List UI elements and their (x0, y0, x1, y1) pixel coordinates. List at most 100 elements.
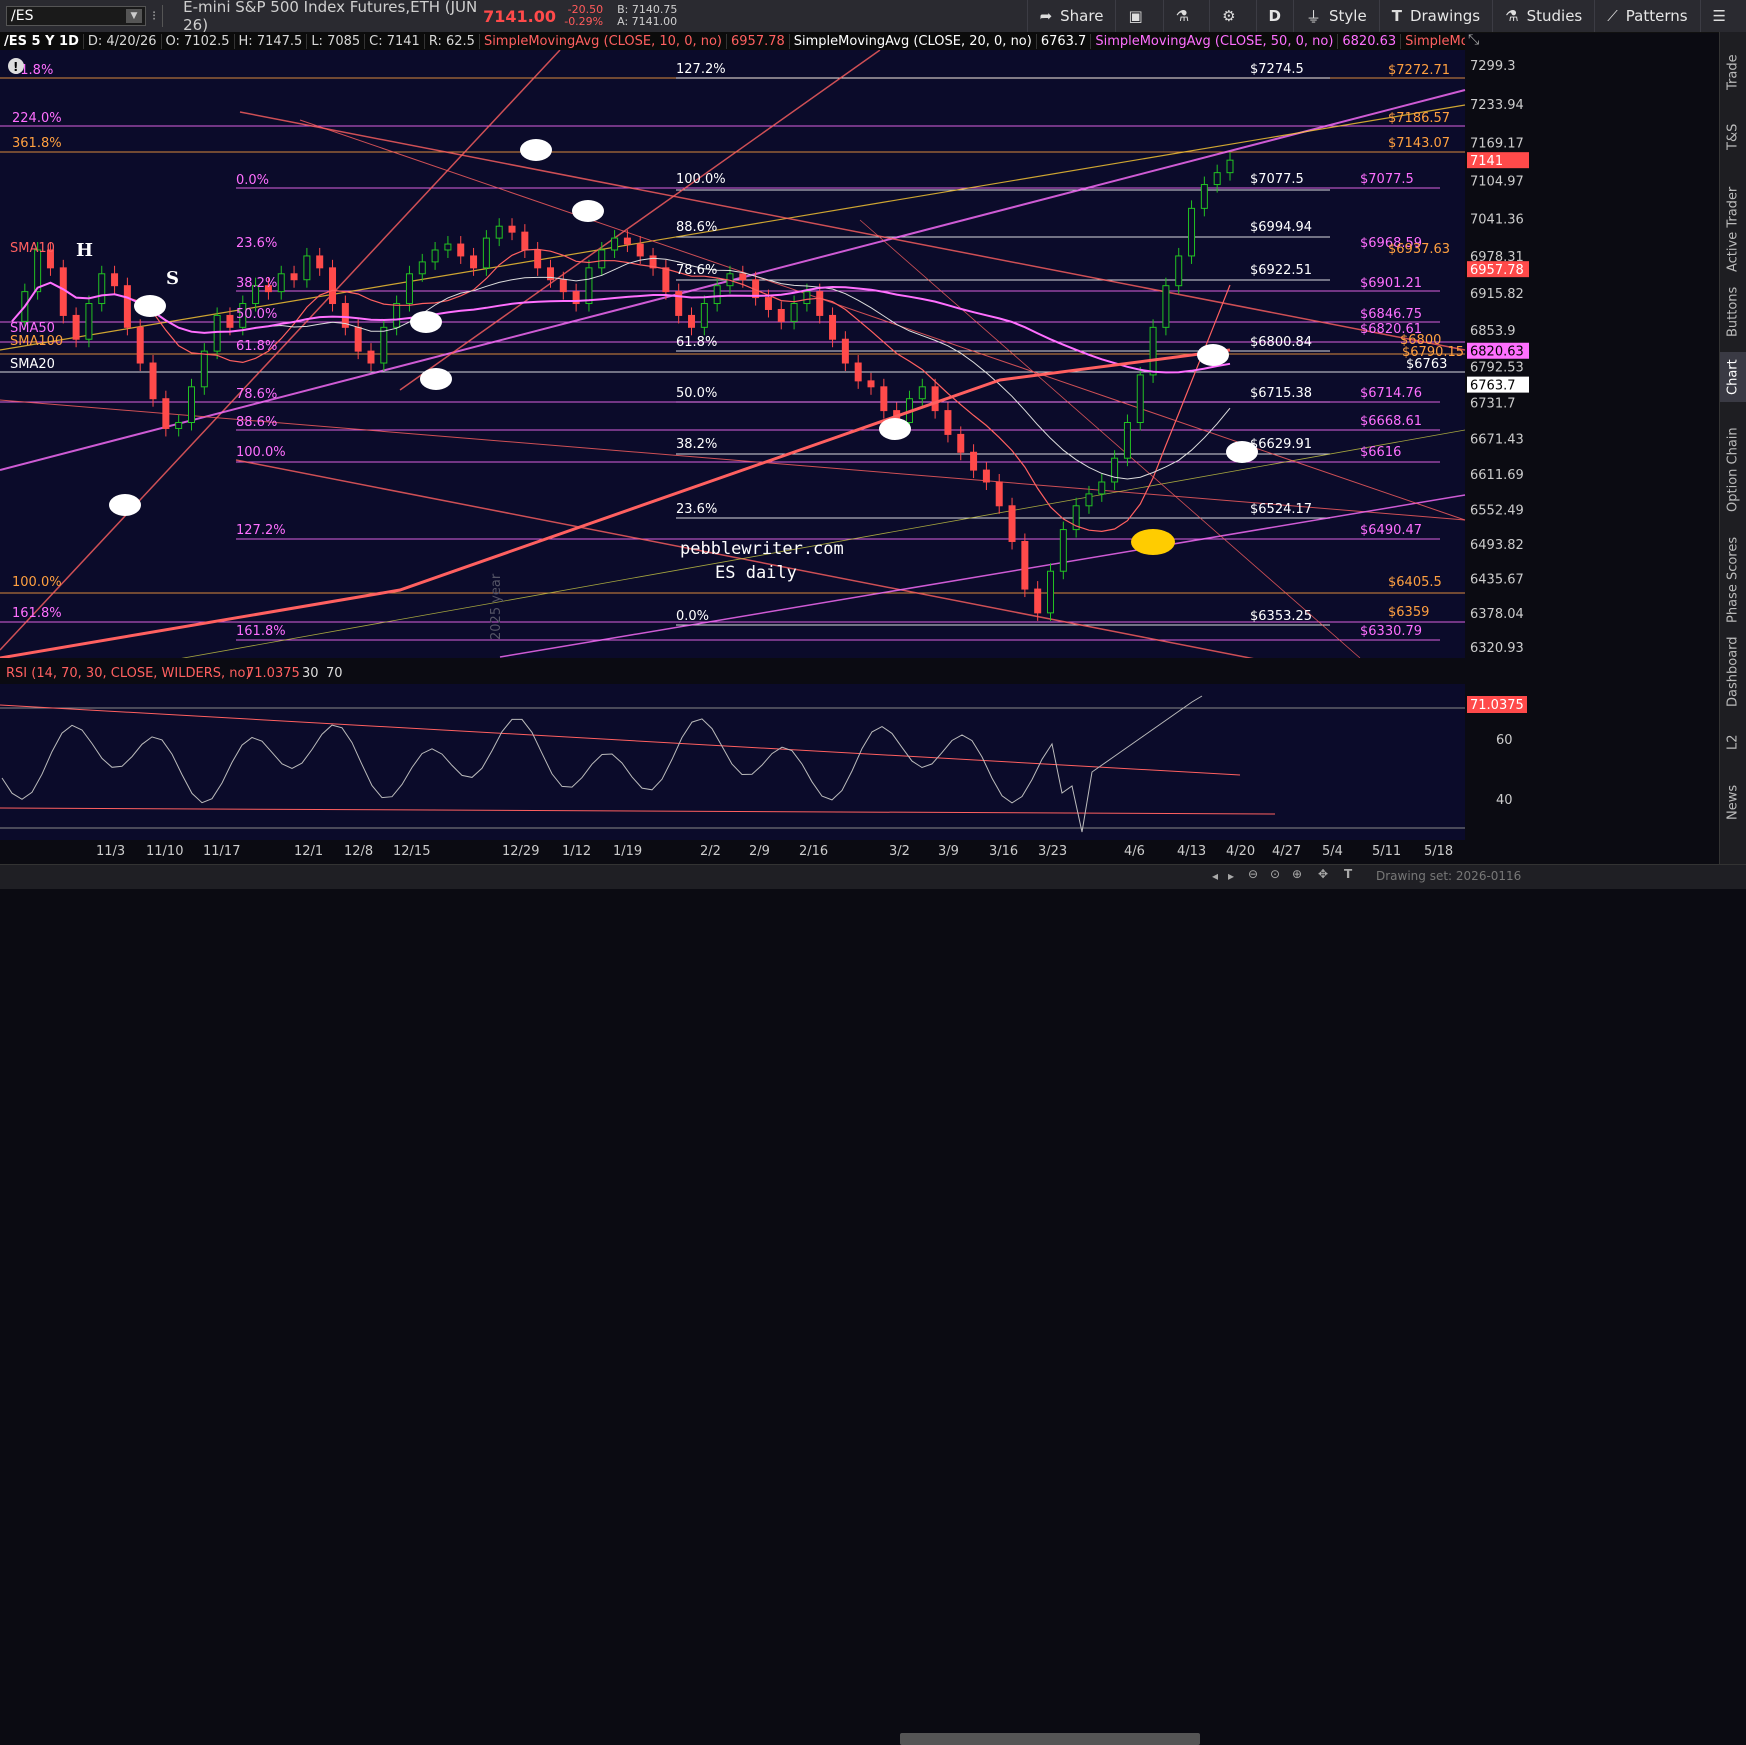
fib-left-label: 50.0% (236, 307, 277, 322)
drawing-set-label: Drawing set: 2026-0116 (1376, 869, 1522, 883)
studies-button[interactable]: ⚗ Studies (1492, 0, 1594, 32)
collapse-icon[interactable]: ⤡ (1468, 32, 1479, 48)
price-axis-tick: 6378.04 (1470, 607, 1524, 622)
tab-active-trader[interactable]: Active Trader (1720, 182, 1746, 277)
share-button[interactable]: ➦ Share (1026, 0, 1116, 32)
tab-phase-scores[interactable]: Phase Scores (1720, 532, 1746, 627)
tab-chart[interactable]: Chart (1720, 352, 1746, 402)
time-axis-label: 1/12 (562, 844, 592, 859)
candle-body (970, 451, 978, 471)
symbol-input[interactable]: /ES ▼ (6, 6, 146, 26)
fib-left-label: 88.6% (236, 415, 277, 430)
fib-right-orange: $6937.63 (1388, 242, 1450, 257)
fib-center-label: 50.0% (676, 386, 717, 401)
tab-buttons[interactable]: Buttons (1720, 282, 1746, 342)
tab-trade[interactable]: Trade (1720, 37, 1746, 107)
flask-button[interactable]: ⚗ (1162, 0, 1209, 32)
candle-body (944, 410, 952, 435)
time-axis[interactable]: 11/3 11/10 11/17 12/1 12/8 12/15 12/29 1/12 1/19… (0, 840, 1540, 864)
zoom-reset-icon[interactable]: ⊙ (1270, 867, 1280, 881)
sma50-value: 6820.63 (1338, 33, 1402, 49)
header-low: L: 7085 (307, 33, 366, 49)
sma-more-label[interactable]: SimpleMovingAvg ... (1401, 34, 1465, 49)
scroll-right-icon[interactable]: ▸ (1228, 869, 1234, 883)
sma50-label[interactable]: SimpleMovingAvg (CLOSE, 50, 0, no) (1091, 33, 1339, 49)
pan-icon[interactable]: ✥ (1318, 867, 1328, 881)
style-label: Style (1329, 7, 1367, 25)
candle-body (495, 225, 503, 239)
candle-body (790, 303, 798, 322)
candle-body (713, 285, 721, 305)
studies-label: Studies (1526, 7, 1583, 25)
link-icon[interactable]: ⁝ (152, 9, 156, 24)
settings-button[interactable]: ⚙ (1209, 0, 1255, 32)
symbol-text: /ES (11, 8, 34, 24)
share-icon: ➦ (1039, 7, 1053, 25)
price-axis-tick: 7104.97 (1470, 175, 1524, 190)
candle-body (764, 297, 772, 310)
rsi-panel[interactable]: RSI (14, 70, 30, CLOSE, WILDERS, no) 71.… (0, 660, 1540, 840)
chevron-down-icon[interactable]: ▼ (126, 9, 142, 23)
candle-body (316, 255, 324, 269)
style-button[interactable]: ⏚ Style (1293, 0, 1379, 32)
sma10-label[interactable]: SimpleMovingAvg (CLOSE, 10, 0, no) (480, 33, 727, 49)
grid-button[interactable]: ▣ (1115, 0, 1162, 32)
h-label: H (76, 240, 93, 261)
right-side-tabs: Trade T&S Active Trader Buttons Chart Option … (1719, 32, 1746, 867)
price-axis-tick: 6731.7 (1470, 397, 1516, 412)
patterns-label: Patterns (1625, 7, 1688, 25)
candle-body (34, 249, 42, 293)
fib-left-label: 224.0% (12, 111, 62, 126)
rsi-background (0, 660, 1465, 840)
price-axis-tick: 7041.36 (1470, 212, 1524, 227)
candle-body (957, 433, 965, 453)
candle-body (1098, 481, 1106, 495)
gear-icon: ⚙ (1222, 7, 1236, 25)
candle-body (367, 350, 375, 364)
candle-body (585, 267, 593, 305)
candle-body (303, 255, 311, 281)
price-chart[interactable]: 61.8% 224.0% 361.8% 0.0% 23.6% 38.2% 50.0% 61.8… (0, 50, 1540, 658)
year-label: 2025 year (489, 573, 504, 640)
fib-center-price: $6922.51 (1250, 263, 1312, 278)
candle-body (175, 422, 183, 429)
candle-body (816, 291, 824, 316)
candle-body (1034, 588, 1042, 614)
header-range: R: 62.5 (425, 33, 480, 49)
sma100-tag: SMA100 (10, 334, 63, 349)
scroll-left-icon[interactable]: ◂ (1212, 869, 1218, 883)
tab-t-s[interactable]: T&S (1720, 112, 1746, 162)
tab-option-chain[interactable]: Option Chain (1720, 412, 1746, 527)
tab-l2[interactable]: L2 (1720, 722, 1746, 762)
candle-body (482, 237, 490, 269)
marker-ellipse (879, 418, 911, 440)
horizontal-scrollbar[interactable] (900, 1733, 1200, 1745)
sma10-value: 6957.78 (727, 33, 790, 49)
fib-left-label: 78.6% (236, 387, 277, 402)
header-high: H: 7147.5 (235, 33, 308, 49)
patterns-button[interactable]: ⟋ Patterns (1594, 0, 1699, 32)
drawings-button[interactable]: T Drawings (1378, 0, 1492, 32)
sma20-label[interactable]: SimpleMovingAvg (CLOSE, 20, 0, no) (790, 33, 1037, 49)
flask-icon: ⚗ (1505, 7, 1519, 25)
time-axis-label: 2/2 (700, 844, 721, 859)
cursor-icon[interactable]: T (1344, 867, 1352, 881)
tab-news[interactable]: News (1720, 772, 1746, 832)
tab-dashboard[interactable]: Dashboard (1720, 632, 1746, 712)
fib-left-label: 61.8% (236, 339, 277, 354)
fib-center-price: $6353.25 (1250, 609, 1312, 624)
candle-body (162, 398, 170, 429)
menu-button[interactable]: ☰ (1699, 0, 1746, 32)
candle-body (1021, 540, 1029, 590)
candle-body (1149, 326, 1157, 376)
zoom-in-icon[interactable]: ⊕ (1292, 867, 1302, 881)
fib-center-label: 127.2% (676, 62, 726, 77)
candle-body (1175, 255, 1183, 287)
zoom-out-icon[interactable]: ⊖ (1248, 867, 1258, 881)
price-tag-text: 6957.78 (1470, 263, 1524, 278)
rsi-axis-60: 60 (1496, 733, 1513, 748)
time-axis-label: 2/9 (749, 844, 770, 859)
candle-body (598, 249, 606, 269)
period-button[interactable]: D (1255, 0, 1293, 32)
fib-right-pink: $6714.76 (1360, 386, 1422, 401)
